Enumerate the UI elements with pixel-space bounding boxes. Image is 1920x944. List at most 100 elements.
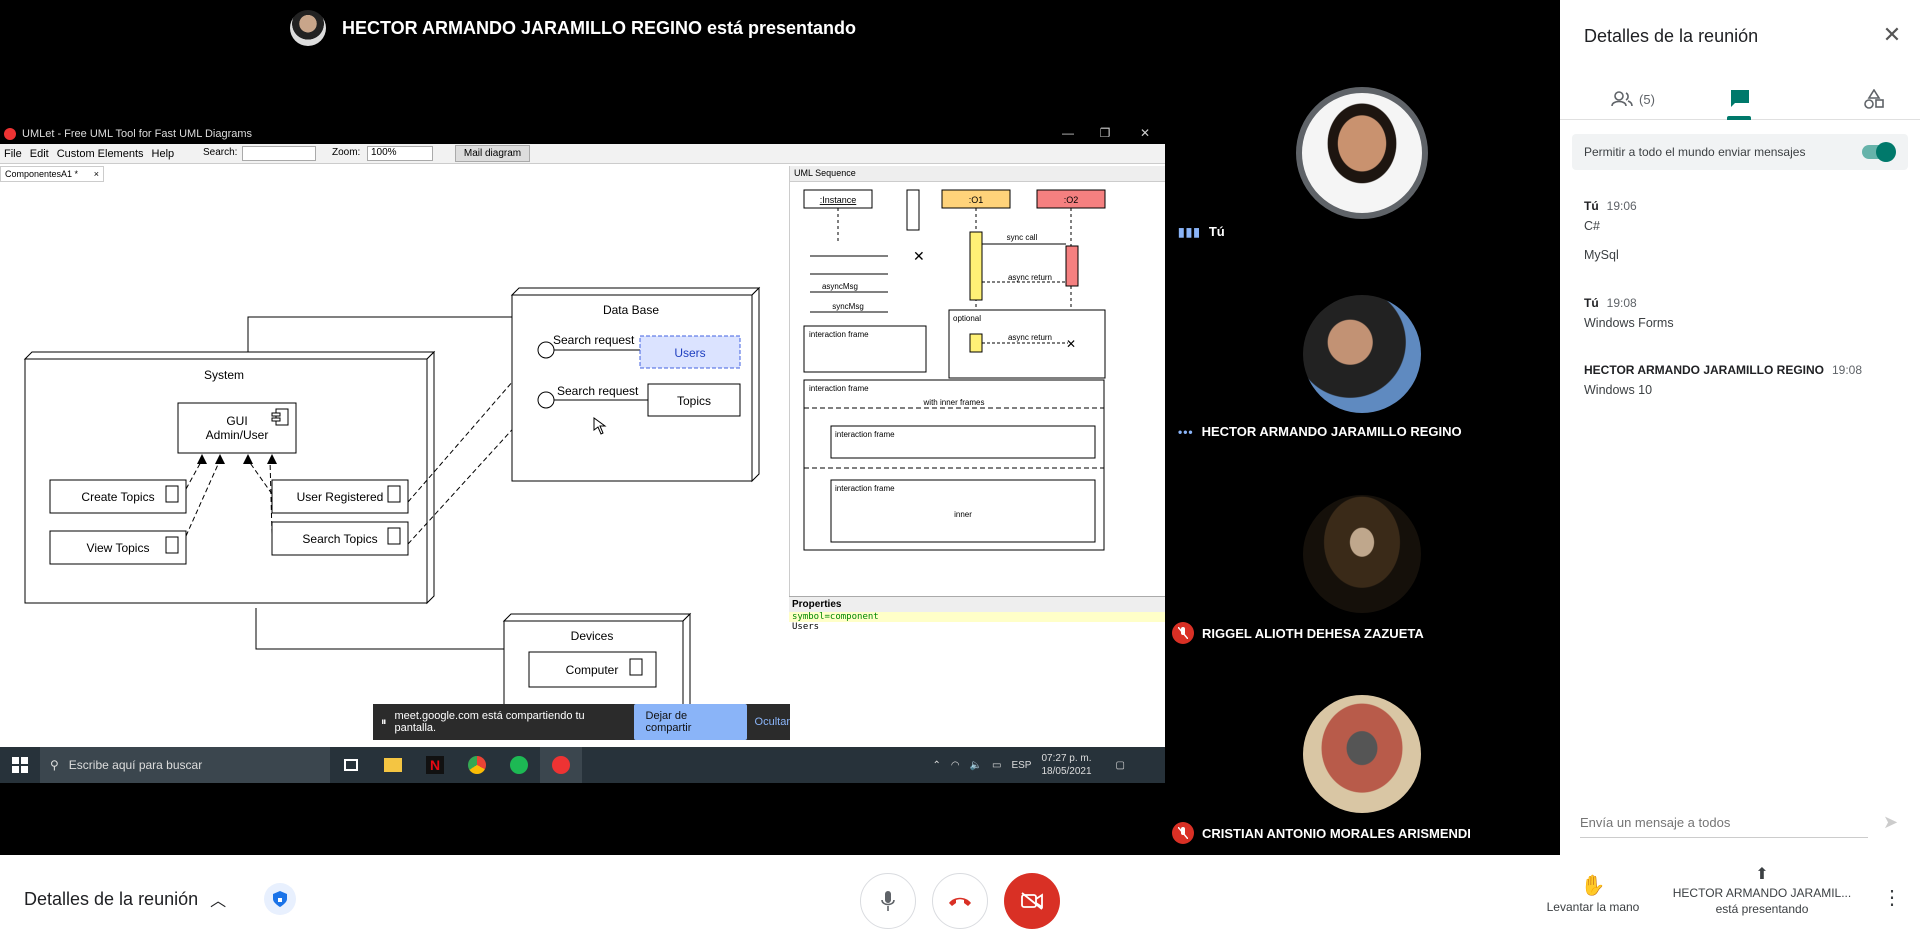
task-view-icon[interactable] [330, 747, 372, 783]
menu-help[interactable]: Help [148, 148, 179, 160]
message-text: C# [1584, 219, 1600, 233]
document-tab[interactable]: ComponentesA1 * × [0, 166, 104, 182]
speaking-indicator-icon: ▮▮▮ [1178, 224, 1201, 239]
search-topics-component[interactable]: Search Topics [271, 521, 409, 556]
with-inner-frames-label: with inner frames [923, 398, 985, 407]
taskbar-search-placeholder: Escribe aquí para buscar [68, 758, 203, 772]
raise-hand-button[interactable]: ✋ Levantar la mano [1538, 873, 1648, 914]
battery-icon[interactable]: ▭ [992, 760, 1001, 771]
search-input[interactable] [242, 146, 316, 161]
notifications-icon[interactable]: ▢ [1116, 760, 1125, 771]
destroy-x-icon-2: ✕ [1066, 337, 1076, 351]
people-count: (5) [1639, 91, 1655, 107]
avatar [1303, 695, 1421, 813]
async-return-2-label: async return [1008, 333, 1052, 342]
present-icon: ⬆ [1755, 866, 1769, 883]
window-title: UMLet - Free UML Tool for Fast UML Diagr… [22, 128, 253, 140]
volume-icon[interactable]: 🔈 [970, 760, 982, 771]
hang-up-icon [949, 897, 971, 906]
inner-label: inner [954, 510, 972, 519]
chrome-icon[interactable] [456, 747, 498, 783]
interaction-frame-label-1: interaction frame [809, 330, 869, 339]
devices-title: Devices [571, 629, 614, 643]
camera-off-button[interactable] [1004, 873, 1060, 929]
spotify-icon[interactable] [498, 747, 540, 783]
restore-icon[interactable]: ❐ [1097, 126, 1113, 142]
hang-up-button[interactable] [932, 873, 988, 929]
message-text: Windows Forms [1584, 316, 1674, 330]
minimize-icon[interactable]: — [1060, 126, 1076, 142]
system-node[interactable]: System [23, 350, 436, 605]
tab-people[interactable]: (5) [1598, 78, 1668, 120]
participant-name: CRISTIAN ANTONIO MORALES ARISMENDI [1202, 825, 1471, 841]
create-topics-component[interactable]: Create Topics [49, 479, 187, 514]
network-icon[interactable]: ◠ [951, 760, 960, 771]
search-request-2: Search request [557, 384, 639, 398]
menu-file[interactable]: File [0, 148, 26, 160]
presenter-banner: HECTOR ARMANDO JARAMILLO REGINO está pre… [290, 10, 856, 46]
send-icon[interactable]: ➤ [1883, 812, 1898, 833]
participant-name: HECTOR ARMANDO JARAMILLO REGINO [1201, 424, 1462, 439]
optional-label: optional [953, 314, 981, 323]
clock-time: 07:27 p. m. [1041, 753, 1092, 764]
windows-start-icon[interactable] [0, 747, 40, 783]
netflix-icon[interactable]: N [414, 747, 456, 783]
share-notice-text: meet.google.com está compartiendo tu pan… [394, 710, 585, 734]
sequence-palette[interactable]: :Instance :O1 :O2 sync call async return… [790, 182, 1165, 602]
meeting-details-label: Detalles de la reunión [24, 888, 199, 909]
raise-hand-label: Levantar la mano [1546, 900, 1640, 914]
close-tab-icon[interactable]: × [94, 167, 99, 181]
database-title: Data Base [603, 303, 659, 317]
clock-date: 18/05/2021 [1041, 766, 1092, 777]
hide-link[interactable]: Ocultar [755, 716, 790, 728]
view-topics-component[interactable]: View Topics [49, 530, 187, 565]
active-tab-indicator [1727, 116, 1751, 120]
activities-icon [1864, 89, 1884, 109]
chat-message-group: Tú 19:06 C# MySql [1584, 199, 1637, 262]
chat-message-input[interactable]: Envía un mensaje a todos [1580, 808, 1868, 838]
meeting-details-panel: Detalles de la reunión ✕ (5) Permitir a … [1560, 0, 1920, 855]
sync-msg-label: syncMsg [832, 302, 864, 311]
allow-messages-row: Permitir a todo el mundo enviar mensajes [1572, 134, 1908, 170]
shield-icon[interactable] [264, 883, 296, 915]
clock[interactable]: 07:27 p. m. 18/05/2021 [1041, 752, 1091, 778]
close-icon[interactable]: ✕ [1881, 24, 1903, 46]
message-time: 19:08 [1832, 363, 1863, 377]
tab-chat[interactable] [1720, 78, 1760, 120]
participant-name: RIGGEL ALIOTH DEHESA ZAZUETA [1202, 625, 1424, 641]
taskbar-search[interactable]: ⚲ Escribe aquí para buscar [40, 747, 330, 783]
tab-activities[interactable] [1854, 78, 1894, 120]
mail-diagram-button[interactable]: Mail diagram [455, 145, 530, 162]
user-registered-component[interactable]: User Registered [271, 479, 409, 514]
instance-label: :Instance [820, 195, 857, 205]
chevron-up-icon[interactable]: ⌃ [932, 760, 940, 771]
async-msg-label: asyncMsg [822, 282, 858, 291]
more-options-icon[interactable]: ⋮ [1882, 885, 1902, 910]
properties-line1[interactable]: symbol=component [789, 612, 1165, 622]
properties-line2[interactable]: Users [789, 622, 1165, 632]
windows-taskbar: ⚲ Escribe aquí para buscar N ⌃ ◠ 🔈 ▭ ESP… [0, 747, 1165, 783]
meet-window: HECTOR ARMANDO JARAMILLO REGINO está pre… [0, 0, 1920, 944]
presenting-button[interactable]: ⬆ HECTOR ARMANDO JARAMIL... está present… [1662, 867, 1862, 917]
palette-title[interactable]: UML Sequence [790, 166, 1165, 182]
menu-custom-elements[interactable]: Custom Elements [53, 148, 148, 160]
gui-component[interactable]: GUI Admin/User [177, 402, 297, 454]
meeting-details-button[interactable]: Detalles de la reunión ︿ [24, 887, 226, 911]
system-tray: ⌃ ◠ 🔈 ▭ ESP 07:27 p. m. 18/05/2021 ▢ [932, 747, 1125, 783]
menu-edit[interactable]: Edit [26, 148, 53, 160]
language-indicator[interactable]: ESP [1011, 760, 1031, 771]
search-request-1: Search request [553, 333, 635, 347]
close-window-icon[interactable]: ✕ [1137, 126, 1153, 142]
microphone-button[interactable] [860, 873, 916, 929]
file-explorer-icon[interactable] [372, 747, 414, 783]
zoom-select[interactable]: 100% [367, 146, 433, 161]
properties-panel[interactable]: Properties symbol=component Users [789, 596, 1165, 736]
mic-off-icon [1172, 622, 1194, 644]
database-node[interactable]: Data Base Search request Search request … [510, 286, 761, 483]
umlet-taskbar-icon[interactable] [540, 747, 582, 783]
presenting-line1: HECTOR ARMANDO JARAMIL... [1672, 886, 1852, 900]
allow-messages-toggle[interactable] [1862, 142, 1896, 162]
view-topics-label: View Topics [87, 541, 150, 555]
diagram-canvas[interactable]: System GUI Admin/User Create Topics View… [0, 184, 788, 783]
stop-sharing-button[interactable]: Dejar de compartir [633, 704, 747, 740]
